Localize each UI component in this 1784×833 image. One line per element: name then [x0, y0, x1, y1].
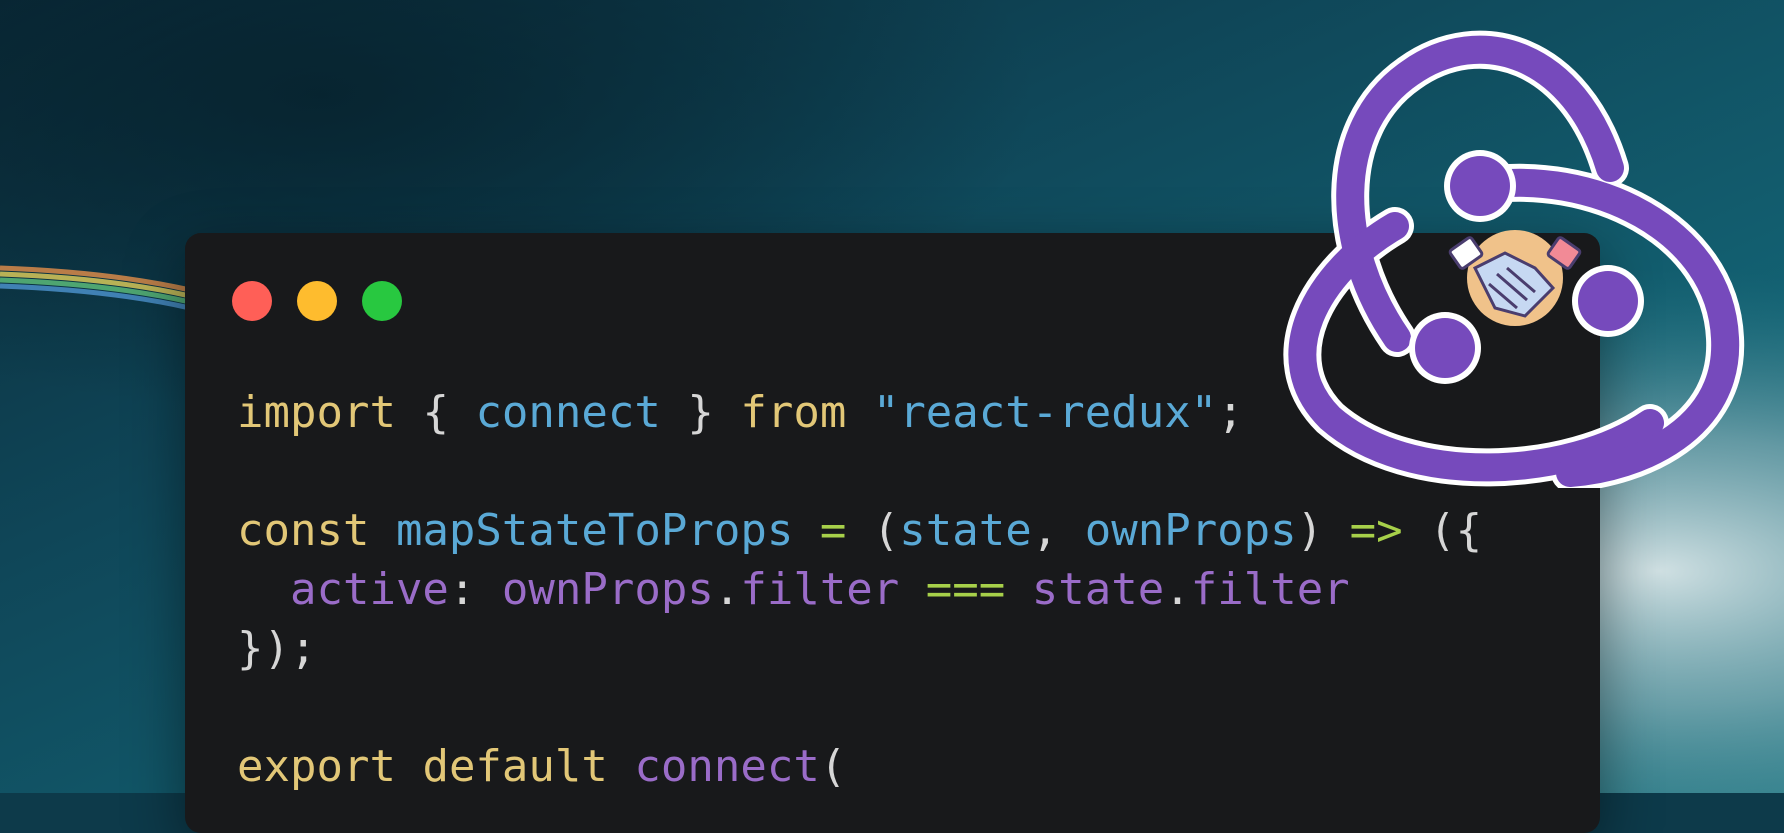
code-line: export default connect(: [237, 737, 1482, 796]
code-token: {: [395, 387, 476, 438]
code-token: ;: [1217, 387, 1244, 438]
code-token: :: [448, 564, 502, 615]
code-token: "react-redux": [872, 387, 1218, 438]
handshake-icon: [1448, 230, 1582, 326]
zoom-button[interactable]: [362, 281, 402, 321]
code-token: active: [289, 564, 449, 615]
code-token: }: [660, 387, 741, 438]
close-button[interactable]: [232, 281, 272, 321]
code-token: export: [237, 741, 396, 792]
code-token: (: [819, 741, 847, 792]
code-token: const: [237, 505, 370, 556]
code-token: from: [740, 387, 847, 438]
code-token: .: [713, 564, 741, 615]
code-token: ,: [1031, 505, 1085, 556]
code-line: active: ownProps.filter === state.filter: [237, 560, 1482, 619]
code-token: .: [1164, 564, 1191, 615]
code-token: mapStateToProps: [395, 505, 794, 556]
code-token: connect: [475, 387, 661, 438]
code-token: =>: [1349, 505, 1403, 556]
code-token: default: [422, 741, 608, 792]
code-token: ===: [925, 564, 1006, 615]
window-controls: [232, 281, 402, 321]
redux-logo: [1283, 30, 1745, 488]
code-token: filter: [1190, 564, 1350, 615]
code-line: const mapStateToProps = (state, ownProps…: [237, 501, 1482, 560]
code-token: ({: [1402, 505, 1483, 556]
code-token: connect: [634, 741, 820, 792]
code-token: ownProps: [1084, 505, 1297, 556]
code-token: =: [819, 505, 847, 556]
code-token: ): [1296, 505, 1350, 556]
code-token: state: [1031, 564, 1165, 615]
code-token: import: [237, 387, 396, 438]
minimize-button[interactable]: [297, 281, 337, 321]
code-token: state: [899, 505, 1032, 556]
code-token: });: [237, 623, 317, 674]
code-token: filter: [740, 564, 900, 615]
code-token: (: [846, 505, 900, 556]
code-line: });: [237, 619, 1482, 678]
code-token: ownProps: [501, 564, 714, 615]
